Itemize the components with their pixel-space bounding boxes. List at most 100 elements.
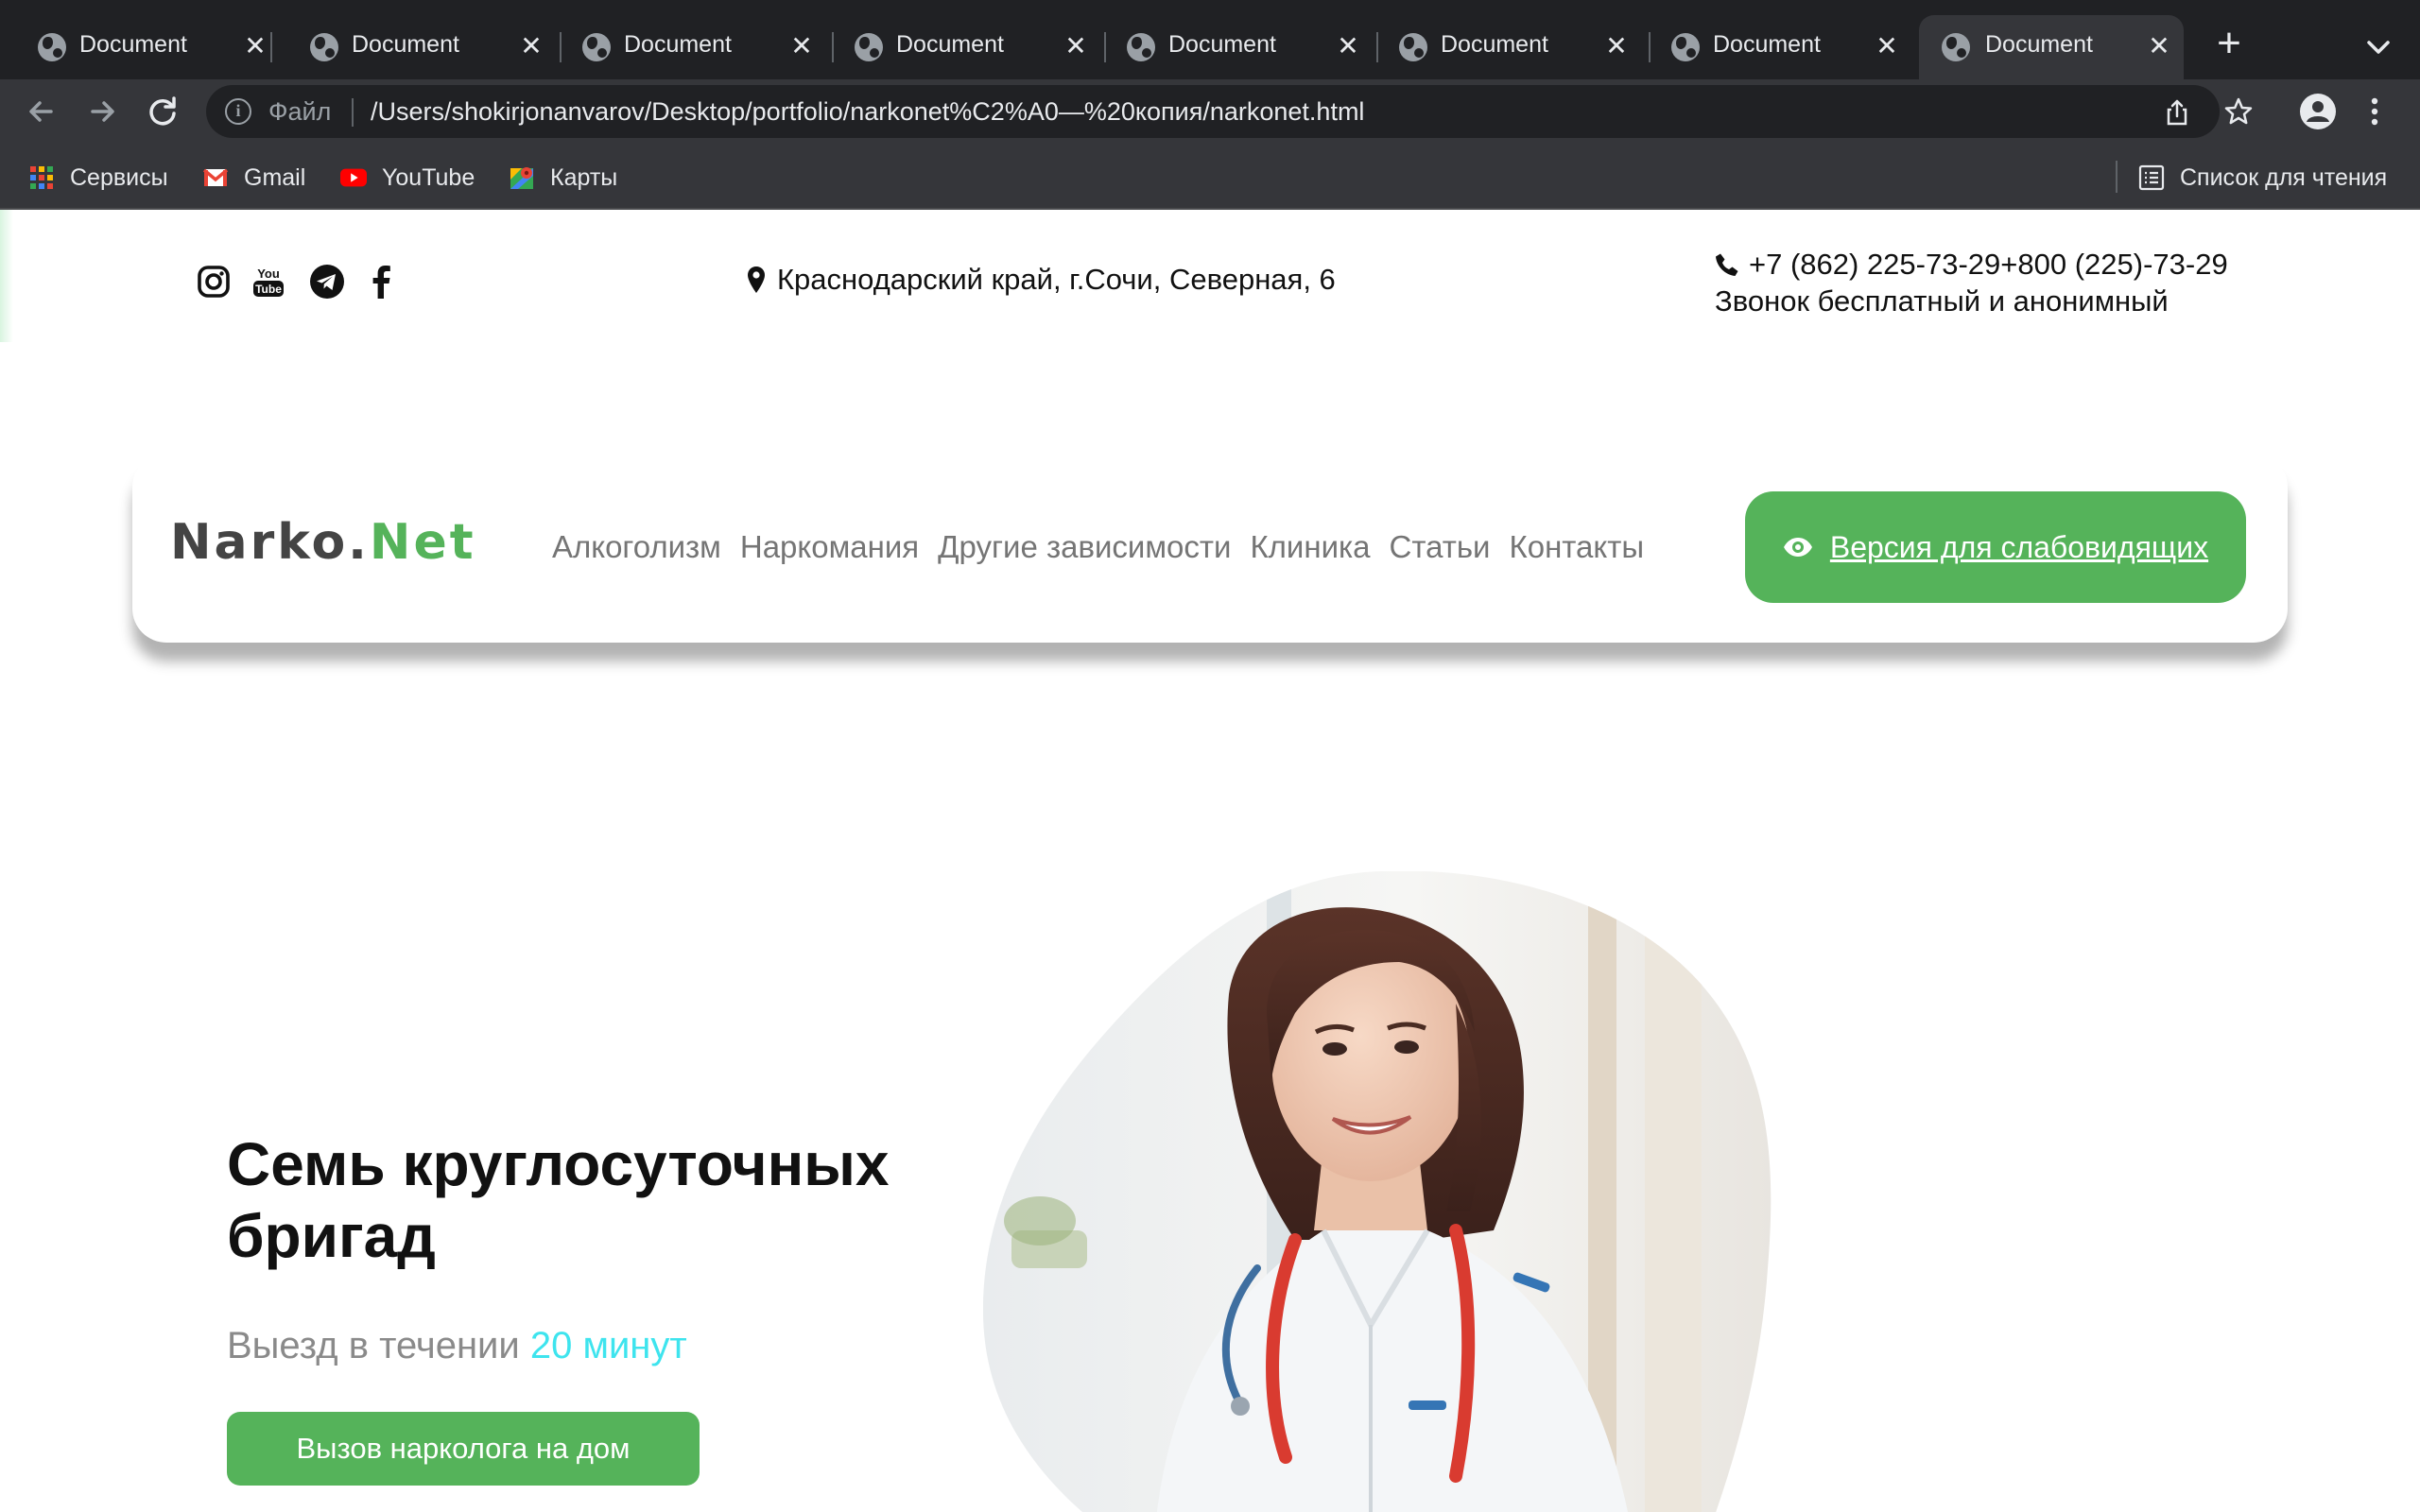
bookmarks-bar: Сервисы Gmail YouTube Карты Список для ч… — [0, 144, 2420, 210]
tab-title: Document — [896, 31, 1004, 58]
facebook-icon[interactable] — [363, 263, 401, 301]
kebab-menu-icon[interactable] — [2365, 93, 2384, 130]
telegram-icon[interactable] — [308, 263, 346, 301]
url-text[interactable]: /Users/shokirjonanvarov/Desktop/portfoli… — [371, 97, 1364, 127]
tab-active[interactable]: Document ✕ — [1919, 15, 2184, 79]
address-text: Краснодарский край, г.Сочи, Северная, 6 — [777, 263, 1336, 296]
profile-avatar-icon[interactable] — [2299, 93, 2337, 130]
phone-number[interactable]: +7 (862) 225-73-29+800 (225)-73-29 — [1749, 246, 2228, 283]
bookmark-services[interactable]: Сервисы — [28, 163, 168, 193]
bookmark-label: Карты — [550, 163, 618, 191]
tab[interactable]: Document ✕ — [562, 15, 834, 79]
instagram-icon[interactable] — [195, 263, 233, 301]
close-icon[interactable]: ✕ — [512, 26, 550, 64]
globe-icon — [1399, 33, 1427, 61]
map-pin-icon — [748, 266, 765, 293]
hero-title: Семь круглосуточных бригад — [227, 1130, 890, 1270]
nav-item-clinic[interactable]: Клиника — [1250, 529, 1370, 565]
nav-item-articles[interactable]: Статьи — [1390, 529, 1491, 565]
logo-part-narko: Narko. — [170, 514, 370, 571]
globe-icon — [38, 33, 66, 61]
bookmark-star-icon[interactable] — [2223, 96, 2254, 127]
forward-arrow-icon[interactable] — [81, 91, 123, 132]
nav-item-alcoholism[interactable]: Алкоголизм — [552, 529, 721, 565]
close-icon[interactable]: ✕ — [1598, 26, 1635, 64]
tab-title: Document — [624, 31, 732, 58]
phone-note: Звонок бесплатный и анонимный — [1715, 284, 2169, 318]
edge-decoration — [0, 210, 13, 342]
close-icon[interactable]: ✕ — [1057, 26, 1095, 64]
tab-bar: Document ✕ Document ✕ Document ✕ Documen… — [0, 0, 2420, 79]
tab-title: Document — [352, 31, 459, 58]
call-narcologist-button[interactable]: Вызов нарколога на дом — [227, 1412, 700, 1486]
maps-icon — [510, 167, 533, 189]
phone-block: +7 (862) 225-73-29+800 (225)-73-29 Звоно… — [1715, 246, 2228, 319]
new-tab-button[interactable]: + — [2208, 23, 2250, 66]
globe-icon — [1671, 33, 1700, 61]
tab-title: Document — [1441, 31, 1548, 58]
address-block: Краснодарский край, г.Сочи, Северная, 6 — [747, 263, 1336, 297]
tab-title: Document — [1168, 31, 1276, 58]
bookmark-label: Gmail — [244, 163, 306, 191]
svg-text:You: You — [257, 266, 280, 281]
bookmarks-divider — [2116, 161, 2118, 193]
bookmark-gmail[interactable]: Gmail — [202, 163, 305, 193]
nav-item-other-addictions[interactable]: Другие зависимости — [938, 529, 1231, 565]
bookmark-maps[interactable]: Карты — [509, 163, 617, 193]
svg-text:Tube: Tube — [255, 283, 282, 296]
globe-icon — [1942, 33, 1970, 61]
address-bar[interactable]: i Файл /Users/shokirjonanvarov/Desktop/p… — [206, 85, 2253, 138]
reading-list-icon — [2138, 164, 2165, 191]
reload-icon[interactable] — [142, 91, 183, 132]
tab-title: Document — [79, 31, 187, 58]
browser-toolbar: i Файл /Users/shokirjonanvarov/Desktop/p… — [0, 79, 2420, 144]
globe-icon — [582, 33, 611, 61]
apps-grid-icon — [30, 166, 53, 189]
main-navigation: Narko.Net Алкоголизм Наркомания Другие з… — [132, 454, 2288, 643]
bookmark-label: YouTube — [382, 163, 475, 191]
chevron-down-icon[interactable] — [2360, 28, 2397, 66]
youtube-icon — [340, 168, 367, 187]
tab-separator — [270, 32, 272, 62]
hero-subtitle: Выезд в течении 20 минут — [227, 1325, 687, 1367]
share-icon[interactable] — [2163, 98, 2191, 127]
gmail-icon — [202, 168, 229, 186]
close-icon[interactable]: ✕ — [236, 26, 274, 64]
back-arrow-icon[interactable] — [21, 91, 62, 132]
globe-icon — [855, 33, 883, 61]
tab[interactable]: Document ✕ — [1651, 15, 1906, 79]
tab-title: Document — [1713, 31, 1821, 58]
accessibility-label: Версия для слабовидящих — [1829, 529, 2209, 564]
close-icon[interactable]: ✕ — [2140, 26, 2178, 64]
browser-window: Document ✕ Document ✕ Document ✕ Documen… — [0, 0, 2420, 1512]
eye-icon — [1783, 538, 1812, 557]
globe-icon — [310, 33, 338, 61]
globe-icon — [1127, 33, 1155, 61]
scheme-label: Файл — [268, 97, 332, 126]
reading-list-label: Список для чтения — [2180, 163, 2388, 191]
nav-item-contacts[interactable]: Контакты — [1510, 529, 1645, 565]
bookmark-youtube[interactable]: YouTube — [340, 163, 475, 193]
tab[interactable]: Document ✕ — [1378, 15, 1651, 79]
hero-subtitle-accent: 20 минут — [529, 1325, 687, 1366]
close-icon[interactable]: ✕ — [783, 26, 821, 64]
close-icon[interactable]: ✕ — [1868, 26, 1906, 64]
doctor-photo — [983, 871, 1772, 1512]
tab[interactable]: Document ✕ — [834, 15, 1106, 79]
site-logo[interactable]: Narko.Net — [170, 514, 476, 571]
tab-title: Document — [1985, 31, 2093, 58]
accessibility-version-button[interactable]: Версия для слабовидящих — [1745, 491, 2246, 603]
tab[interactable]: Document ✕ — [289, 15, 562, 79]
tab[interactable]: Document ✕ — [1106, 15, 1378, 79]
nav-menu: Алкоголизм Наркомания Другие зависимости… — [552, 529, 1644, 565]
close-icon[interactable]: ✕ — [1329, 26, 1367, 64]
omnibox-divider — [352, 98, 354, 127]
tab[interactable]: Document ✕ — [17, 15, 272, 79]
web-page: You Tube Краснодарский край, г.Сочи, Сев… — [0, 210, 2420, 1512]
hero-subtitle-prefix: Выезд в течении — [227, 1325, 520, 1366]
reading-list-button[interactable]: Список для чтения — [2138, 163, 2387, 193]
nav-item-drug-addiction[interactable]: Наркомания — [740, 529, 919, 565]
info-icon[interactable]: i — [225, 98, 251, 125]
youtube-icon[interactable]: You Tube — [250, 263, 287, 301]
phone-icon — [1716, 253, 1738, 276]
